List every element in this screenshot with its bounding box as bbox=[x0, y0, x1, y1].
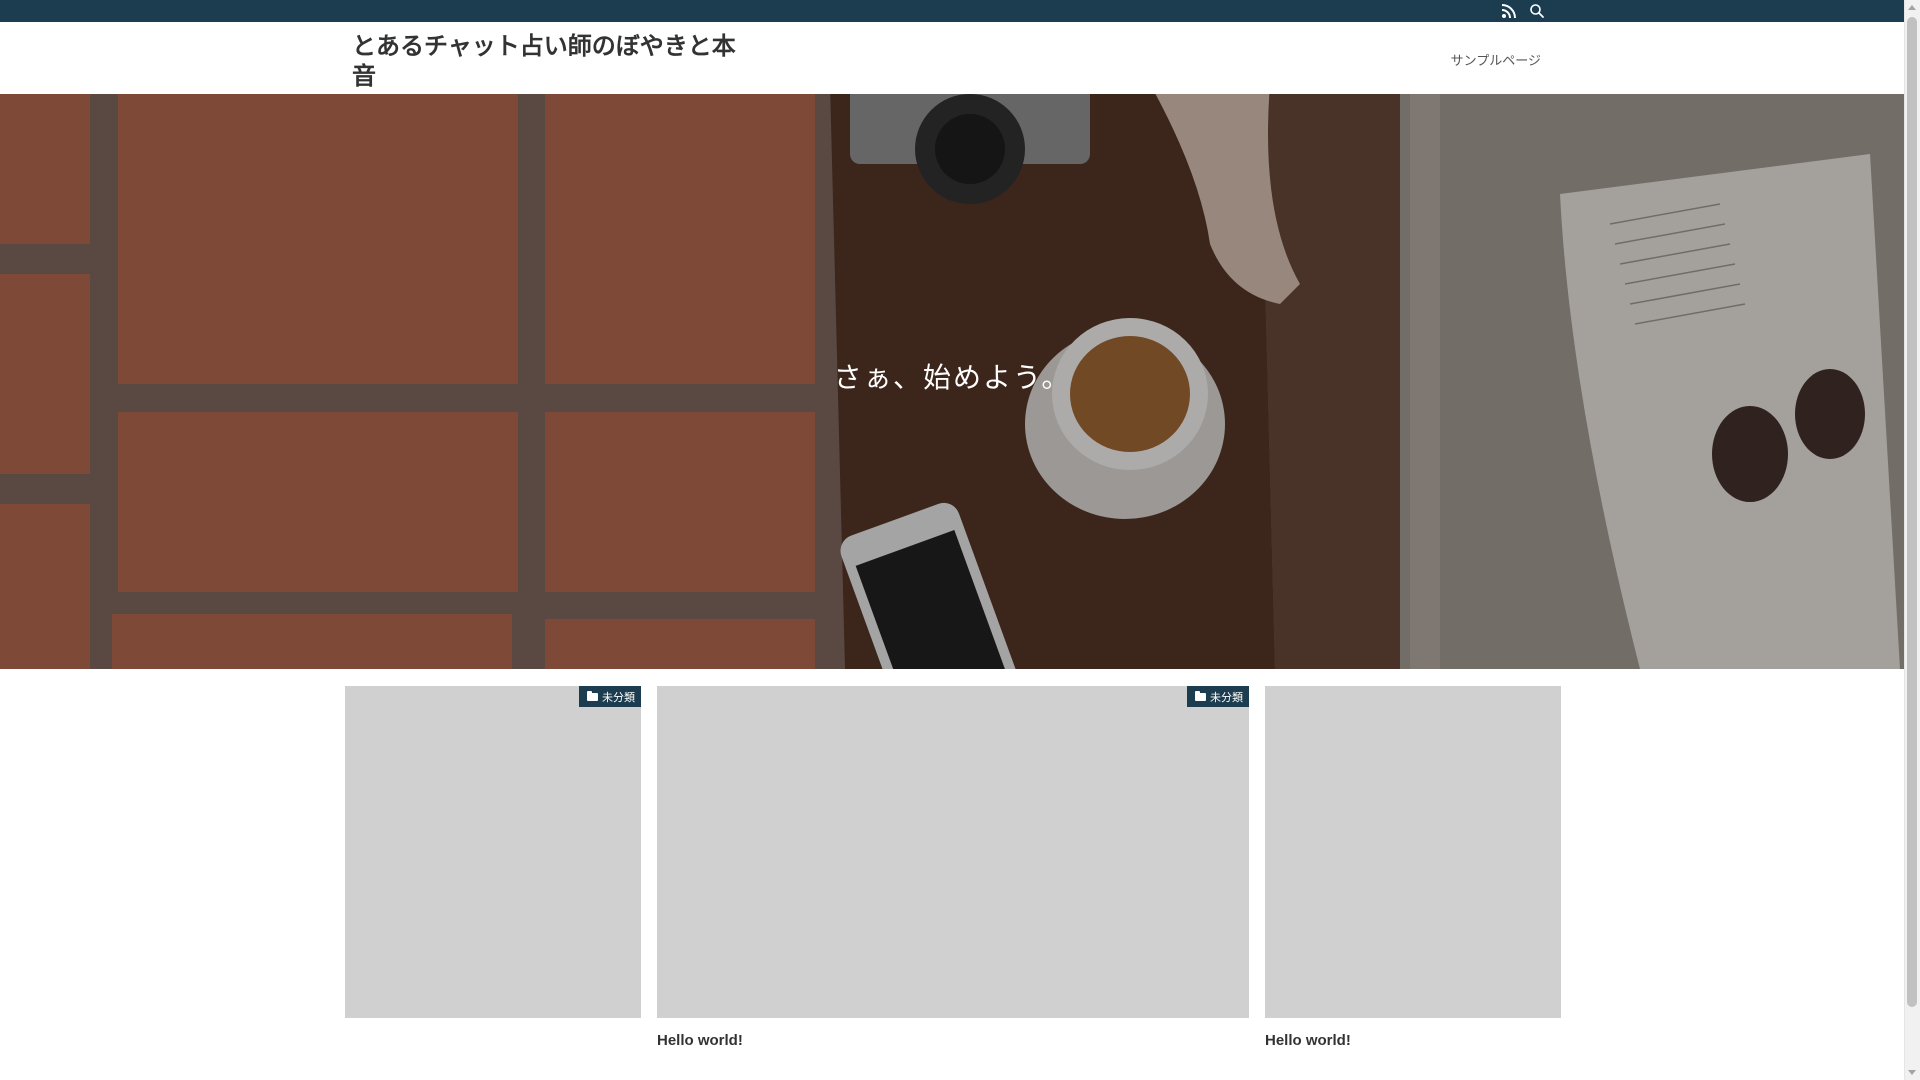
page: とあるチャット占い師のぼやきと本音 サンプルページ さぁ、始めよう。 未分類 未… bbox=[0, 0, 1905, 1080]
hero-banner: さぁ、始めよう。 bbox=[0, 94, 1905, 669]
post-title[interactable]: Hello world! bbox=[657, 1032, 1249, 1049]
post-card[interactable]: Hello world! bbox=[1265, 686, 1561, 1049]
top-bar-icons bbox=[1501, 3, 1545, 19]
category-badge[interactable]: 未分類 bbox=[1187, 686, 1249, 707]
hero-catchphrase: さぁ、始めよう。 bbox=[833, 361, 1072, 394]
post-card[interactable]: 未分類 bbox=[345, 686, 641, 1032]
category-badge[interactable]: 未分類 bbox=[579, 686, 641, 707]
scrollbar-thumb[interactable] bbox=[1907, 17, 1917, 1007]
post-thumbnail[interactable]: 未分類 bbox=[657, 686, 1249, 1018]
folder-icon bbox=[587, 690, 598, 701]
scroll-down-arrow[interactable] bbox=[1908, 1070, 1916, 1075]
nav-item-sample-page[interactable]: サンプルページ bbox=[1451, 54, 1541, 69]
rss-icon[interactable] bbox=[1501, 3, 1517, 19]
scroll-up-arrow[interactable] bbox=[1908, 5, 1916, 10]
category-label: 未分類 bbox=[1210, 690, 1243, 704]
post-card[interactable]: 未分類 Hello world! bbox=[657, 686, 1249, 1049]
vertical-scrollbar[interactable] bbox=[1904, 0, 1920, 1080]
search-icon[interactable] bbox=[1529, 3, 1545, 19]
category-label: 未分類 bbox=[602, 690, 635, 704]
site-title[interactable]: とあるチャット占い師のぼやきと本音 bbox=[352, 31, 752, 91]
post-thumbnail[interactable] bbox=[1265, 686, 1561, 1018]
post-thumbnail[interactable]: 未分類 bbox=[345, 686, 641, 1018]
site-header: とあるチャット占い師のぼやきと本音 サンプルページ bbox=[0, 22, 1905, 95]
global-nav: サンプルページ bbox=[1451, 50, 1541, 70]
post-title[interactable]: Hello world! bbox=[1265, 1032, 1561, 1049]
folder-icon bbox=[1195, 690, 1206, 701]
top-bar bbox=[0, 0, 1905, 22]
